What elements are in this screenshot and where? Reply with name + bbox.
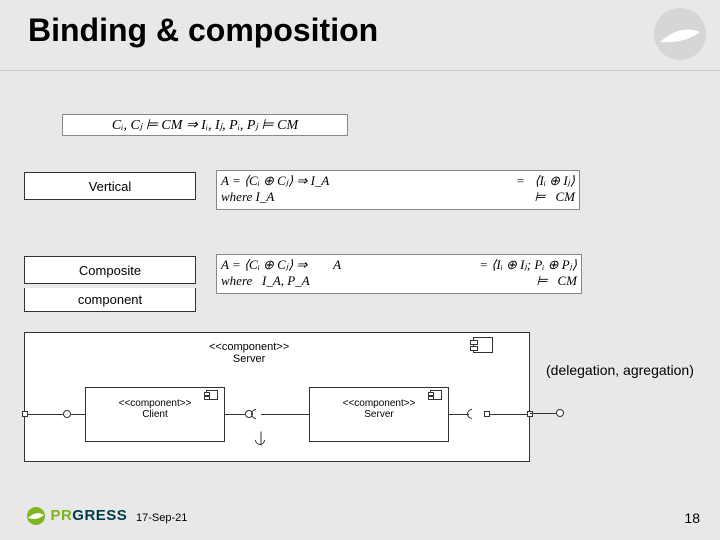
port-icon <box>527 411 533 417</box>
client-label: <<component>> Client <box>86 398 224 420</box>
eq-v-right: = ⟨Iᵢ ⊕ Iⱼ⟩ <box>516 173 575 189</box>
slide: Binding & composition Cᵢ, Cⱼ ⊨ CM ⇒ Iᵢ, … <box>0 0 720 540</box>
equation-vertical: A = ⟨Cᵢ ⊕ Cⱼ⟩ ⇒ I_A = ⟨Iᵢ ⊕ Iⱼ⟩ where I_A… <box>216 170 580 210</box>
equation-composite: A = ⟨Cᵢ ⊕ Cⱼ⟩ ⇒ A = ⟨Iᵢ ⊕ Iⱼ; Pᵢ ⊕ Pⱼ⟩ wh… <box>216 254 582 294</box>
provided-interface-icon <box>63 410 71 418</box>
delegation-annotation: (delegation, agregation) <box>546 362 694 378</box>
eq-c-left: A = ⟨Cᵢ ⊕ Cⱼ⟩ ⇒ A <box>221 257 341 273</box>
brand-right: GRESS <box>72 507 127 524</box>
equation-cm: Cᵢ, Cⱼ ⊨ CM ⇒ Iᵢ, Iⱼ, Pᵢ, Pⱼ ⊨ CM <box>62 114 348 136</box>
server-inner-label: <<component>> Server <box>310 398 448 420</box>
connector-line <box>225 414 245 415</box>
corner-logo <box>650 4 710 64</box>
connector-line <box>530 413 556 414</box>
client-component: <<component>> Client <box>85 387 225 442</box>
required-interface-icon <box>253 433 267 447</box>
progress-logo: PRGRESS <box>26 506 127 526</box>
component-diagram: <<component>> Server <<component>> Clien… <box>24 332 530 462</box>
eq-c-where-r: ⊨ CM <box>536 273 577 289</box>
page-number: 18 <box>684 510 700 526</box>
server-stereotype: <<component>> <box>310 398 448 409</box>
outer-name: Server <box>209 353 289 365</box>
connector-line <box>28 414 63 415</box>
slide-title: Binding & composition <box>28 12 378 49</box>
eq-c-right: = ⟨Iᵢ ⊕ Iⱼ; Pᵢ ⊕ Pⱼ⟩ <box>479 257 577 273</box>
connector-line <box>281 414 309 415</box>
eq-v-where-r: ⊨ CM <box>534 189 575 205</box>
composite-label: Composite <box>24 256 196 284</box>
server-name: Server <box>310 409 448 420</box>
brand-left: PR <box>50 507 72 524</box>
vertical-label: Vertical <box>24 172 196 200</box>
required-interface-icon <box>465 407 479 421</box>
server-component: <<component>> Server <box>309 387 449 442</box>
eq-v-where-l: where I_A <box>221 189 274 205</box>
divider <box>0 70 720 71</box>
client-name: Client <box>86 409 224 420</box>
component-label: component <box>24 288 196 312</box>
outer-component-label: <<component>> Server <box>209 341 289 365</box>
connector-line <box>490 414 528 415</box>
client-stereotype: <<component>> <box>86 398 224 409</box>
component-icon <box>473 337 493 353</box>
provided-interface-icon <box>556 409 564 417</box>
footer-date: 17-Sep-21 <box>136 512 187 524</box>
outer-stereotype: <<component>> <box>209 341 289 353</box>
eq-v-left: A = ⟨Cᵢ ⊕ Cⱼ⟩ ⇒ I_A <box>221 173 329 189</box>
connector-line <box>261 414 281 415</box>
connector-line <box>71 414 85 415</box>
eq-c-where-l: where I_A, P_A <box>221 273 310 289</box>
